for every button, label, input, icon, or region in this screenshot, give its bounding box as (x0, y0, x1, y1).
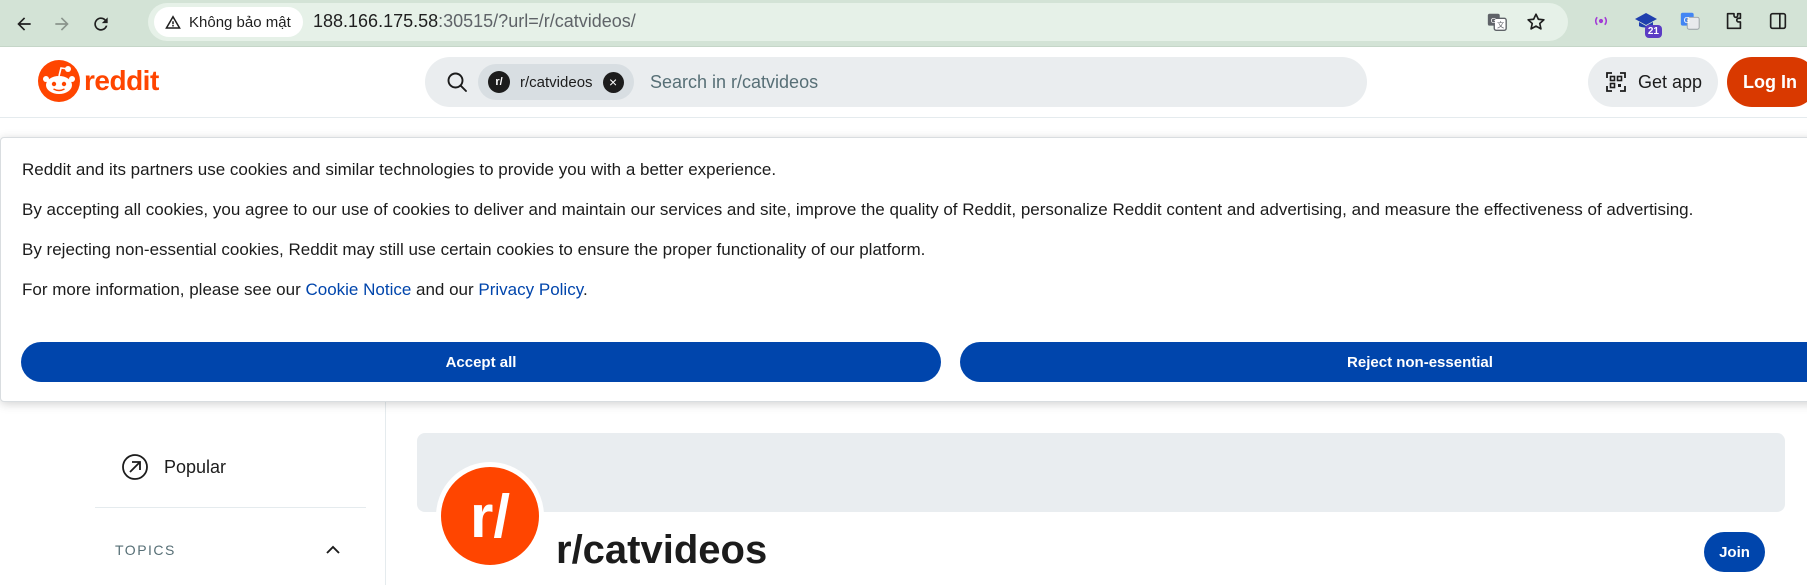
cookie-text-rejecting: By rejecting non-essential cookies, Redd… (22, 240, 926, 259)
search-scope-chip: r/ r/catvideos × (478, 64, 634, 100)
subreddit-chip-label: r/catvideos (520, 73, 593, 91)
clear-scope-close-icon[interactable]: × (602, 71, 624, 93)
cookie-notice-link[interactable]: Cookie Notice (305, 280, 411, 299)
community-banner (417, 433, 1785, 512)
search-bar[interactable]: r/ r/catvideos × (425, 57, 1367, 107)
get-app-label: Get app (1637, 71, 1703, 92)
popular-arrow-icon (122, 454, 148, 480)
search-icon (447, 72, 467, 92)
sidebar-item-popular[interactable]: Popular (120, 452, 226, 482)
url-path: :30515/?url=/r/catvideos/ (438, 11, 636, 31)
snoo-logo-icon (38, 60, 80, 102)
join-button[interactable]: Join (1704, 532, 1765, 572)
reddit-logo[interactable]: reddit (38, 60, 159, 102)
reload-button[interactable] (83, 6, 119, 42)
warning-icon (165, 15, 181, 29)
cookie-consent-banner: Reddit and its partners use cookies and … (0, 137, 1807, 402)
url-text[interactable]: 188.166.175.58:30515/?url=/r/catvideos/ (313, 11, 636, 32)
browser-toolbar: Không bảo mật 188.166.175.58:30515/?url=… (0, 0, 1807, 47)
broadcast-extension-icon[interactable] (1588, 8, 1614, 34)
graduation-extension-icon[interactable]: 21 (1633, 8, 1662, 38)
reload-icon (94, 17, 108, 31)
more-info-middle: and our (411, 280, 479, 299)
accept-all-button[interactable]: Accept all (21, 342, 941, 382)
forward-button[interactable] (44, 6, 80, 42)
cookie-text-intro: Reddit and its partners use cookies and … (22, 160, 777, 179)
qr-code-icon (1606, 72, 1626, 92)
translate-icon[interactable]: G文 (1485, 10, 1509, 34)
security-label: Không bảo mật (189, 13, 291, 31)
url-host: 188.166.175.58 (313, 11, 439, 31)
arrow-left-icon (17, 17, 31, 31)
cookie-text-accepting: By accepting all cookies, you agree to o… (22, 200, 1694, 219)
back-button[interactable] (6, 6, 42, 42)
extensions-puzzle-icon[interactable] (1721, 8, 1747, 34)
left-sidebar: Popular TOPICS (0, 402, 386, 585)
sidebar-item-label: Popular (164, 456, 227, 477)
community-title: r/catvideos (556, 528, 768, 572)
community-avatar: r/ (436, 462, 544, 570)
svg-text:G: G (1491, 16, 1497, 25)
extension-badge: 21 (1644, 25, 1662, 38)
bookmark-star-icon[interactable] (1524, 10, 1548, 34)
security-indicator[interactable]: Không bảo mật (154, 7, 303, 37)
sidebar-divider (95, 507, 366, 508)
google-translate-extension-icon[interactable]: G (1677, 8, 1703, 34)
chevron-up-icon[interactable] (323, 540, 343, 560)
privacy-policy-link[interactable]: Privacy Policy (478, 280, 583, 299)
svg-text:G: G (1684, 15, 1690, 25)
get-app-button[interactable]: Get app (1588, 57, 1718, 107)
arrow-right-icon (55, 17, 69, 31)
more-info-suffix: . (582, 280, 588, 299)
reject-non-essential-button[interactable]: Reject non-essential (960, 342, 1807, 382)
subreddit-chip-avatar: r/ (488, 71, 510, 93)
topics-heading[interactable]: TOPICS (115, 542, 176, 558)
search-input[interactable] (650, 66, 1350, 98)
more-info-prefix: For more information, please see our (22, 280, 306, 299)
svg-text:文: 文 (1497, 21, 1505, 30)
divider-glyph (1765, 8, 1791, 34)
cookie-text-more-info: For more information, please see our Coo… (22, 280, 588, 300)
login-button[interactable]: Log In (1727, 57, 1807, 107)
address-bar[interactable]: Không bảo mật 188.166.175.58:30515/?url=… (148, 3, 1568, 41)
logo-wordmark: reddit (84, 65, 159, 96)
site-header: reddit r/ r/catvideos × Get app Log In (0, 48, 1807, 118)
